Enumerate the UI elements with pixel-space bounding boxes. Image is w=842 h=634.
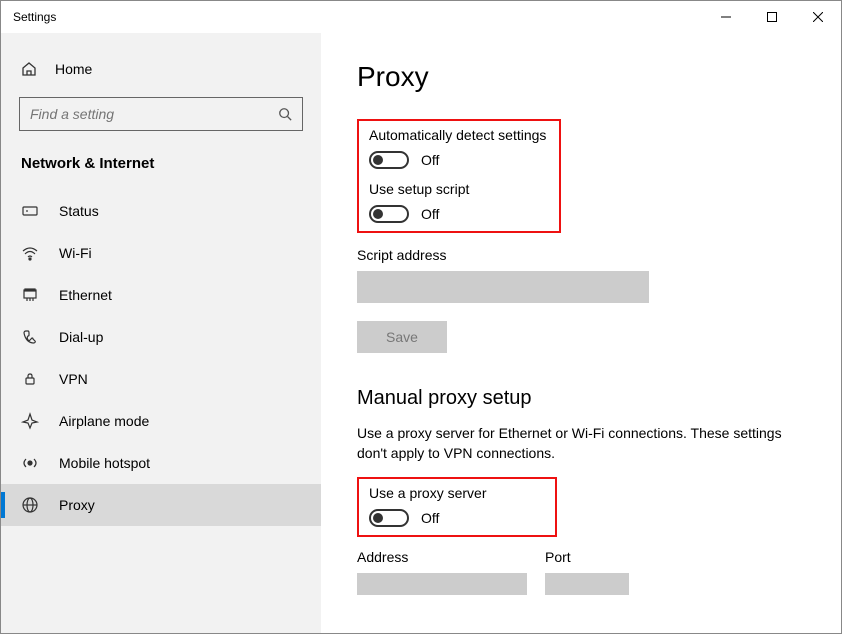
sidebar-item-wifi[interactable]: Wi-Fi xyxy=(1,232,321,274)
sidebar-item-label: Ethernet xyxy=(59,287,112,303)
minimize-button[interactable] xyxy=(703,1,749,33)
vpn-icon xyxy=(21,370,39,388)
sidebar-item-proxy[interactable]: Proxy xyxy=(1,484,321,526)
manual-header: Manual proxy setup xyxy=(357,387,805,410)
minimize-icon xyxy=(721,12,731,22)
maximize-icon xyxy=(767,12,777,22)
main-panel: Proxy Automatically detect settings Off … xyxy=(321,33,841,633)
wifi-icon xyxy=(21,244,39,262)
search-input[interactable] xyxy=(30,106,278,122)
sidebar-item-vpn[interactable]: VPN xyxy=(1,358,321,400)
use-proxy-state: Off xyxy=(421,510,439,526)
sidebar: Home Network & Internet Status Wi-Fi Eth… xyxy=(1,33,321,633)
sidebar-item-ethernet[interactable]: Ethernet xyxy=(1,274,321,316)
home-label: Home xyxy=(55,61,92,77)
search-box[interactable] xyxy=(19,97,303,131)
use-script-toggle[interactable] xyxy=(369,205,409,223)
search-icon xyxy=(278,107,292,121)
page-title: Proxy xyxy=(357,61,805,93)
manual-desc: Use a proxy server for Ethernet or Wi-Fi… xyxy=(357,424,805,463)
close-icon xyxy=(813,12,823,22)
port-input xyxy=(545,573,629,595)
use-proxy-toggle[interactable] xyxy=(369,509,409,527)
highlight-manual-section: Use a proxy server Off xyxy=(357,477,557,537)
auto-detect-state: Off xyxy=(421,152,439,168)
sidebar-item-hotspot[interactable]: Mobile hotspot xyxy=(1,442,321,484)
sidebar-item-label: Proxy xyxy=(59,497,95,513)
highlight-auto-section: Automatically detect settings Off Use se… xyxy=(357,119,561,233)
proxy-icon xyxy=(21,496,39,514)
address-input xyxy=(357,573,527,595)
sidebar-item-status[interactable]: Status xyxy=(1,190,321,232)
airplane-icon xyxy=(21,412,39,430)
titlebar: Settings xyxy=(1,1,841,33)
hotspot-icon xyxy=(21,454,39,472)
save-button: Save xyxy=(357,321,447,353)
maximize-button[interactable] xyxy=(749,1,795,33)
use-script-label: Use setup script xyxy=(369,181,549,197)
auto-detect-toggle[interactable] xyxy=(369,151,409,169)
home-link[interactable]: Home xyxy=(1,51,321,87)
window-title: Settings xyxy=(13,10,56,24)
auto-detect-label: Automatically detect settings xyxy=(369,127,549,143)
sidebar-item-label: Airplane mode xyxy=(59,413,149,429)
use-script-state: Off xyxy=(421,206,439,222)
sidebar-item-label: Mobile hotspot xyxy=(59,455,150,471)
sidebar-item-label: VPN xyxy=(59,371,88,387)
dialup-icon xyxy=(21,328,39,346)
script-address-input xyxy=(357,271,649,303)
sidebar-item-dialup[interactable]: Dial-up xyxy=(1,316,321,358)
sidebar-item-label: Wi-Fi xyxy=(59,245,92,261)
address-label: Address xyxy=(357,549,527,565)
port-label: Port xyxy=(545,549,629,565)
sidebar-item-label: Dial-up xyxy=(59,329,103,345)
category-header: Network & Internet xyxy=(1,145,321,190)
close-button[interactable] xyxy=(795,1,841,33)
ethernet-icon xyxy=(21,286,39,304)
status-icon xyxy=(21,202,39,220)
sidebar-item-airplane[interactable]: Airplane mode xyxy=(1,400,321,442)
home-icon xyxy=(21,61,37,77)
use-proxy-label: Use a proxy server xyxy=(369,485,545,501)
script-address-label: Script address xyxy=(357,247,805,263)
sidebar-item-label: Status xyxy=(59,203,99,219)
